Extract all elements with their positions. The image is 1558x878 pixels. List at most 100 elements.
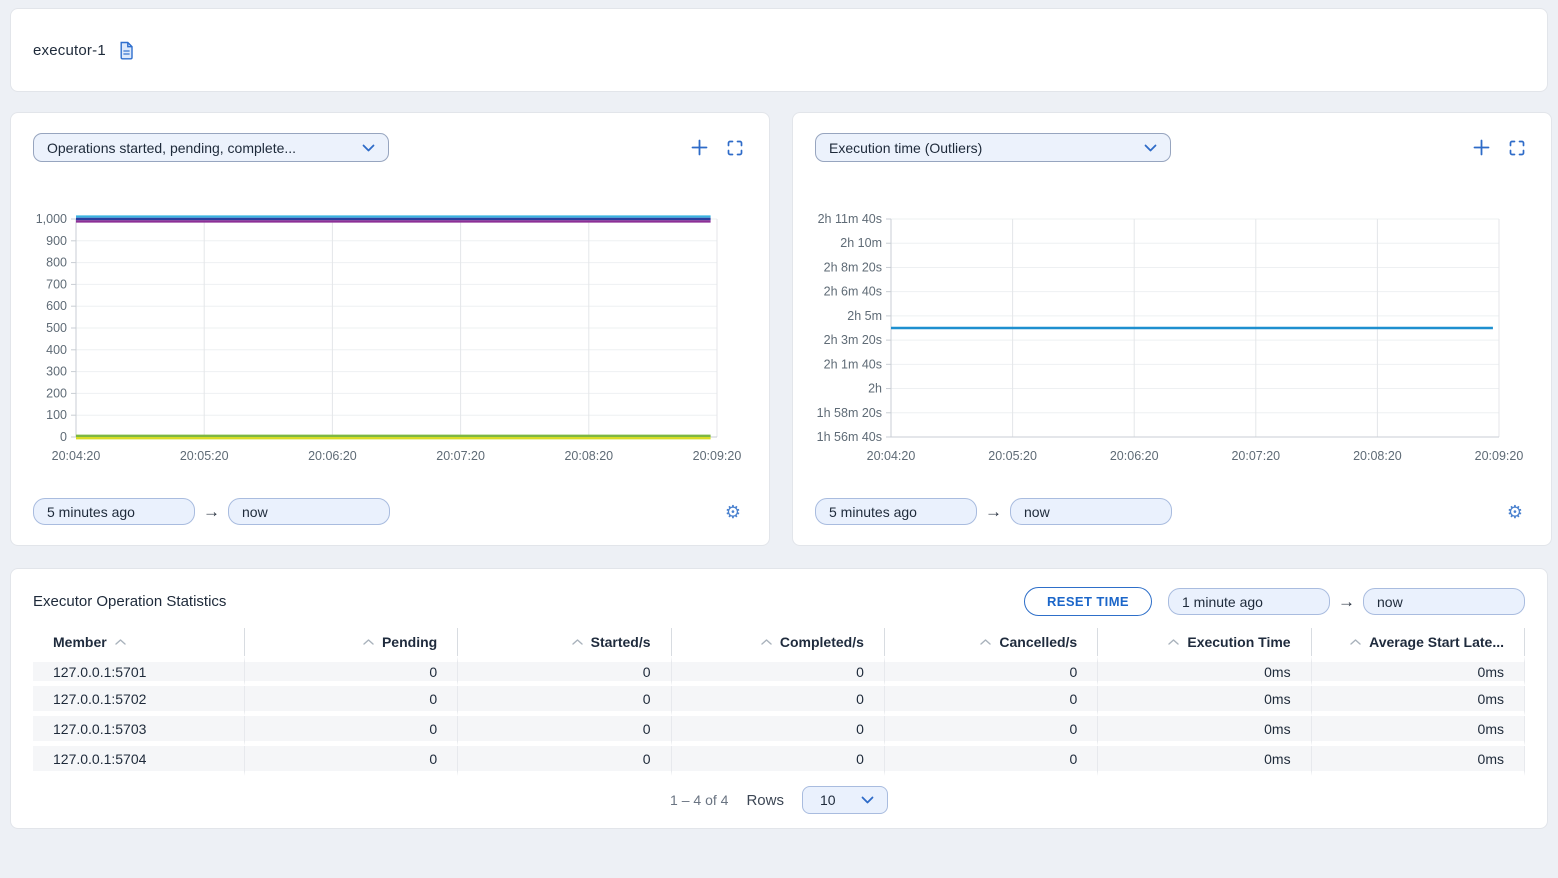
chart-actions (691, 139, 743, 156)
chevron-down-icon (861, 796, 874, 804)
cell-average-start-late: 0ms (1312, 716, 1525, 746)
svg-text:20:08:20: 20:08:20 (564, 449, 613, 463)
chevron-down-icon (1144, 144, 1157, 152)
svg-text:800: 800 (46, 256, 67, 270)
fullscreen-icon (727, 140, 743, 156)
rows-per-page-select[interactable]: 10 (802, 786, 888, 814)
add-chart-button[interactable] (1473, 139, 1490, 156)
column-header-execution-time[interactable]: Execution Time (1098, 628, 1311, 656)
fullscreen-button[interactable] (1509, 140, 1525, 156)
sort-caret-icon (1168, 639, 1179, 645)
svg-text:1,000: 1,000 (36, 212, 67, 226)
time-to-input[interactable]: now (1010, 498, 1172, 525)
statistics-header: Executor Operation Statistics RESET TIME… (33, 587, 1525, 616)
cell-execution-time: 0ms (1098, 656, 1311, 686)
time-from-input[interactable]: 5 minutes ago (815, 498, 977, 525)
table-row: 127.0.0.1:570100000ms0ms (33, 656, 1525, 686)
time-to-value: now (242, 504, 268, 520)
svg-text:400: 400 (46, 343, 67, 357)
svg-text:20:06:20: 20:06:20 (1110, 449, 1159, 463)
cell-average-start-late: 0ms (1312, 746, 1525, 776)
add-chart-button[interactable] (691, 139, 708, 156)
rows-per-page-value: 10 (820, 792, 836, 808)
svg-text:20:04:20: 20:04:20 (52, 449, 101, 463)
column-header-completed-s[interactable]: Completed/s (672, 628, 885, 656)
cell-member: 127.0.0.1:5701 (33, 656, 245, 686)
column-header-cancelled-s[interactable]: Cancelled/s (885, 628, 1098, 656)
pagination-bar: 1 – 4 of 4 Rows 10 (33, 786, 1525, 814)
time-to-input[interactable]: now (228, 498, 390, 525)
svg-text:700: 700 (46, 277, 67, 291)
cell-member: 127.0.0.1:5703 (33, 716, 245, 746)
rows-label: Rows (746, 792, 784, 809)
svg-text:20:05:20: 20:05:20 (988, 449, 1037, 463)
table-row: 127.0.0.1:570200000ms0ms (33, 686, 1525, 716)
time-to-value: now (1024, 504, 1050, 520)
chart-header: Operations started, pending, complete... (33, 133, 747, 162)
svg-text:20:09:20: 20:09:20 (693, 449, 742, 463)
svg-text:2h 6m 40s: 2h 6m 40s (824, 285, 882, 299)
cell-started-s: 0 (458, 656, 671, 686)
document-icon[interactable] (118, 41, 135, 60)
chart-area: 1h 56m 40s1h 58m 20s2h2h 1m 40s2h 3m 20s… (815, 184, 1529, 479)
chart-header: Execution time (Outliers) (815, 133, 1529, 162)
table-row: 127.0.0.1:570400000ms0ms (33, 746, 1525, 776)
cell-completed-s: 0 (672, 746, 885, 776)
svg-text:20:06:20: 20:06:20 (308, 449, 357, 463)
cell-started-s: 0 (458, 686, 671, 716)
reset-time-button[interactable]: RESET TIME (1024, 587, 1152, 616)
chart-card-execution-time: Execution time (Outliers) (792, 112, 1552, 546)
cell-completed-s: 0 (672, 656, 885, 686)
svg-text:2h 5m: 2h 5m (847, 309, 882, 323)
chart-footer: 5 minutes ago → now ⚙ (815, 498, 1529, 525)
svg-text:1h 58m 20s: 1h 58m 20s (817, 406, 882, 420)
table-row: 127.0.0.1:570300000ms0ms (33, 716, 1525, 746)
stats-time-to-input[interactable]: now (1363, 588, 1525, 615)
page-root: executor-1 Operations started, pending, … (0, 0, 1558, 837)
stats-time-from-input[interactable]: 1 minute ago (1168, 588, 1330, 615)
cell-execution-time: 0ms (1098, 686, 1311, 716)
sort-caret-icon (1350, 639, 1361, 645)
arrow-right-icon: → (1330, 593, 1363, 610)
svg-text:600: 600 (46, 299, 67, 313)
cell-execution-time: 0ms (1098, 716, 1311, 746)
svg-text:20:08:20: 20:08:20 (1353, 449, 1402, 463)
svg-text:20:09:20: 20:09:20 (1475, 449, 1524, 463)
chart-settings-gear-icon[interactable]: ⚙ (1501, 502, 1529, 522)
object-name: executor-1 (33, 42, 106, 59)
cell-pending: 0 (245, 686, 458, 716)
svg-text:2h: 2h (868, 382, 882, 396)
chart-footer: 5 minutes ago → now ⚙ (33, 498, 747, 525)
chart-card-operations: Operations started, pending, complete... (10, 112, 770, 546)
cell-pending: 0 (245, 716, 458, 746)
svg-text:100: 100 (46, 408, 67, 422)
svg-text:2h 1m 40s: 2h 1m 40s (824, 357, 882, 371)
cell-pending: 0 (245, 746, 458, 776)
svg-text:0: 0 (60, 430, 67, 444)
column-header-started-s[interactable]: Started/s (458, 628, 671, 656)
column-header-average-start-late[interactable]: Average Start Late... (1312, 628, 1525, 656)
svg-text:20:04:20: 20:04:20 (867, 449, 916, 463)
executor-statistics-table: MemberPendingStarted/sCompleted/sCancell… (33, 628, 1525, 776)
fullscreen-icon (1509, 140, 1525, 156)
arrow-right-icon: → (195, 503, 228, 520)
sort-caret-icon (980, 639, 991, 645)
metric-select[interactable]: Execution time (Outliers) (815, 133, 1171, 162)
time-from-input[interactable]: 5 minutes ago (33, 498, 195, 525)
cell-member: 127.0.0.1:5702 (33, 686, 245, 716)
fullscreen-button[interactable] (727, 140, 743, 156)
column-header-pending[interactable]: Pending (245, 628, 458, 656)
chart-settings-gear-icon[interactable]: ⚙ (719, 502, 747, 522)
cell-average-start-late: 0ms (1312, 686, 1525, 716)
sort-caret-icon (115, 639, 126, 645)
column-header-member[interactable]: Member (33, 628, 245, 656)
time-from-value: 5 minutes ago (829, 504, 917, 520)
sort-caret-icon (572, 639, 583, 645)
charts-row: Operations started, pending, complete... (10, 112, 1548, 546)
time-from-value: 5 minutes ago (47, 504, 135, 520)
cell-execution-time: 0ms (1098, 746, 1311, 776)
metric-select[interactable]: Operations started, pending, complete... (33, 133, 389, 162)
cell-cancelled-s: 0 (885, 746, 1098, 776)
metric-select-label: Execution time (Outliers) (829, 140, 982, 156)
cell-completed-s: 0 (672, 686, 885, 716)
